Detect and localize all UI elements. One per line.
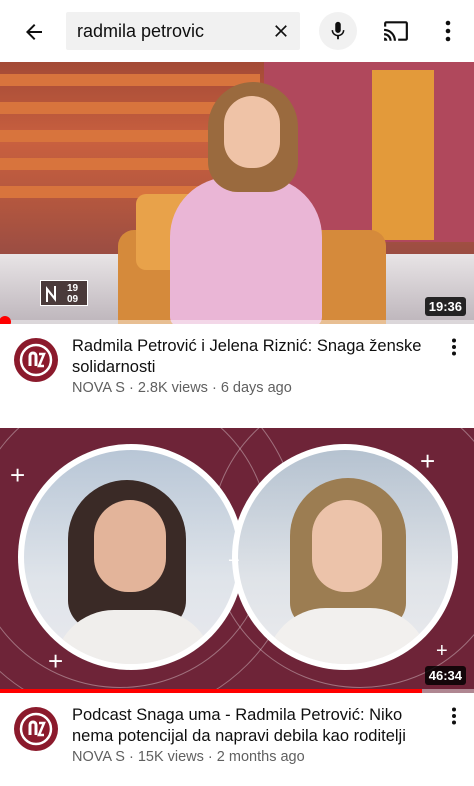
back-button[interactable] (16, 14, 52, 50)
view-count: 15K views (137, 749, 204, 765)
video-thumbnail[interactable]: 19 09 19:36 (0, 62, 474, 324)
video-title[interactable]: Podcast Snaga uma - Radmila Petrović: Ni… (72, 705, 432, 747)
more-vert-icon (452, 338, 456, 356)
upload-age: 6 days ago (220, 380, 292, 396)
video-duration-badge: 46:34 (424, 666, 466, 685)
guest-portrait-right (232, 444, 458, 670)
video-duration-badge: 19:36 (424, 297, 466, 316)
channel-name[interactable]: NOVA S (72, 380, 125, 396)
nova-s-logo-icon (19, 712, 53, 746)
clear-search-button[interactable] (266, 16, 296, 46)
close-icon (275, 25, 287, 37)
arrow-back-icon (26, 24, 42, 40)
microphone-icon (331, 21, 345, 40)
cast-icon (384, 21, 408, 41)
presenter-figure (170, 177, 322, 324)
sparkle-icon: + (228, 550, 240, 572)
sparkle-icon: + (420, 446, 436, 476)
video-action-menu-button[interactable] (444, 705, 464, 727)
search-input[interactable]: radmila petrovic (66, 12, 300, 50)
channel-avatar[interactable] (14, 707, 58, 751)
search-query-text: radmila petrovic (77, 21, 205, 41)
video-action-menu-button[interactable] (444, 336, 464, 358)
more-options-button[interactable] (434, 16, 462, 46)
more-vert-icon (452, 707, 456, 725)
sparkle-icon: + (48, 646, 64, 676)
cast-button[interactable] (380, 16, 412, 46)
tv-channel-logo: 19 09 (40, 280, 88, 306)
nova-s-logo-icon (19, 343, 53, 377)
video-meta: Radmila Petrović i Jelena Riznić: Snaga … (0, 324, 474, 414)
channel-name[interactable]: NOVA S (72, 749, 125, 765)
video-result-card[interactable]: + + + + + 46:34 Podcast Snaga uma - Radm… (0, 428, 474, 783)
video-result-card[interactable]: 19 09 19:36 Radmila Petrović i Jelena Ri… (0, 62, 474, 414)
guest-portrait-left (18, 444, 244, 670)
channel-avatar[interactable] (14, 338, 58, 382)
sparkle-icon: + (436, 640, 448, 662)
upload-age: 2 months ago (216, 749, 305, 765)
video-subline: NOVA S · 2.8K views · 6 days ago (72, 380, 292, 396)
video-subline: NOVA S · 15K views · 2 months ago (72, 749, 305, 765)
video-title[interactable]: Radmila Petrović i Jelena Riznić: Snaga … (72, 336, 432, 378)
watch-progress-dot (0, 316, 11, 324)
search-toolbar: radmila petrovic (0, 0, 474, 62)
sparkle-icon: + (10, 460, 26, 490)
voice-search-button[interactable] (319, 12, 357, 50)
more-vert-icon (445, 20, 451, 42)
video-thumbnail[interactable]: + + + + + 46:34 (0, 428, 474, 693)
video-meta: Podcast Snaga uma - Radmila Petrović: Ni… (0, 693, 474, 783)
view-count: 2.8K views (137, 380, 208, 396)
